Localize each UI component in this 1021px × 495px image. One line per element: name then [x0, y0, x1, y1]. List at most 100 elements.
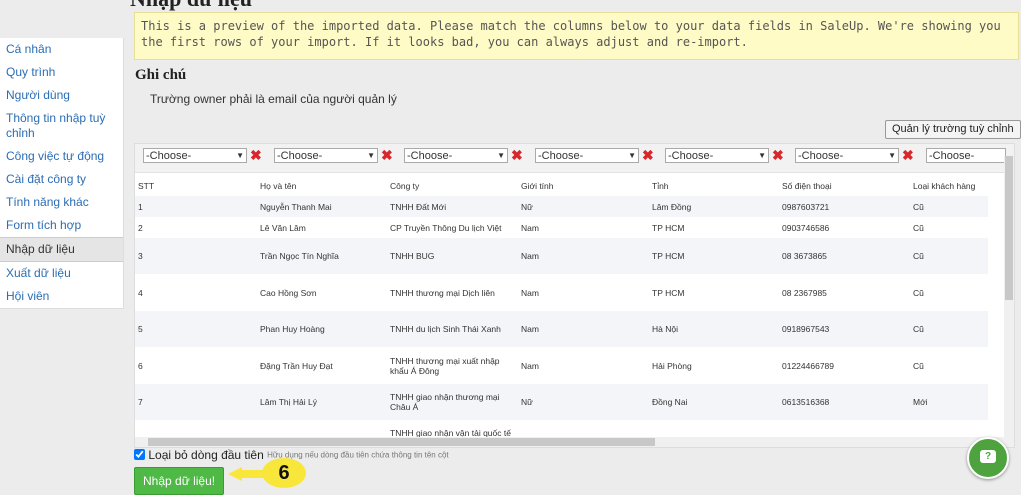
- dropdown-arrow-icon: ▼: [628, 151, 636, 160]
- column-mapping-select[interactable]: -Choose- ▼: [143, 148, 247, 163]
- table-cell: Cũ: [913, 287, 924, 298]
- table-header-cell: Tỉnh: [652, 181, 669, 191]
- table-cell: 3: [135, 238, 257, 274]
- x-icon[interactable]: ✖: [381, 148, 393, 162]
- scrollbar-thumb[interactable]: [1005, 156, 1013, 300]
- callout-arrow-icon: [228, 467, 242, 481]
- preview-table: STT Họ và tên Công ty Giới tính Tỉnh Số …: [135, 176, 988, 446]
- sidebar-item-cai-dat-cong-ty[interactable]: Cài đặt công ty: [0, 168, 123, 191]
- table-cell: Nữ: [518, 196, 649, 217]
- sidebar-item-xuat-du-lieu[interactable]: Xuất dữ liệu: [0, 262, 123, 285]
- skip-first-row-hint: Hữu dụng nếu dòng đầu tiên chứa thông ti…: [267, 450, 449, 460]
- table-cell: 0987603721: [779, 196, 910, 217]
- x-icon[interactable]: ✖: [772, 148, 784, 162]
- table-row: 7 Lâm Thị Hải Lý TNHH giao nhận thương m…: [135, 384, 988, 420]
- table-cell: TNHH thương mại xuất nhập khẩu Á Đông: [390, 355, 500, 376]
- table-cell: Lâm Thị Hải Lý: [257, 384, 387, 420]
- x-icon[interactable]: ✖: [511, 148, 523, 162]
- horizontal-scrollbar[interactable]: [135, 437, 1004, 447]
- dropdown-arrow-icon: ▼: [236, 151, 244, 160]
- x-icon[interactable]: ✖: [642, 148, 654, 162]
- dropdown-arrow-icon: ▼: [758, 151, 766, 160]
- select-value: -Choose-: [538, 150, 584, 162]
- sidebar-item-nhap-du-lieu[interactable]: Nhập dữ liệu: [0, 237, 123, 262]
- select-value: -Choose-: [798, 150, 844, 162]
- table-cell: Phan Huy Hoàng: [257, 311, 387, 347]
- column-mapping-select[interactable]: -Choose- ▼: [274, 148, 378, 163]
- sidebar-item-form-tich-hop[interactable]: Form tích hợp: [0, 214, 123, 237]
- table-cell: Cũ: [910, 238, 988, 274]
- table-row: 6 Đặng Trần Huy Đạt TNHH thương mại xuất…: [135, 347, 988, 384]
- table-header-cell: Giới tính: [521, 181, 554, 191]
- table-cell: TNHH thương mại Dịch liên: [390, 287, 495, 298]
- table-cell: Lâm Đồng: [649, 196, 779, 217]
- table-cell: Cao Hồng Sơn: [260, 287, 317, 298]
- chat-button[interactable]: ?: [967, 437, 1009, 479]
- select-value: -Choose-: [407, 150, 453, 162]
- table-header-cell: Số điện thoại: [782, 181, 832, 191]
- table-cell: TP HCM: [652, 222, 685, 233]
- table-header-row: STT Họ và tên Công ty Giới tính Tỉnh Số …: [135, 176, 988, 196]
- table-cell: 01224466789: [782, 360, 835, 371]
- column-mapping-select[interactable]: -Choose- ▼: [665, 148, 769, 163]
- table-cell: Lê Văn Lâm: [260, 222, 306, 233]
- x-icon[interactable]: ✖: [902, 148, 914, 162]
- select-value: -Choose-: [929, 150, 975, 162]
- table-cell: TP HCM: [649, 238, 779, 274]
- table-cell: Nam: [521, 222, 539, 233]
- table-cell: 0903746586: [782, 222, 830, 233]
- column-mapping-select[interactable]: -Choose- ▼: [535, 148, 639, 163]
- table-header-cell: Loại khách hàng: [913, 181, 976, 191]
- table-row: 4 Cao Hồng Sơn TNHH thương mại Dịch liên…: [135, 274, 988, 311]
- select-value: -Choose-: [277, 150, 323, 162]
- dropdown-arrow-icon: ▼: [497, 151, 505, 160]
- select-value: -Choose-: [146, 150, 192, 162]
- sidebar-item-cong-viec-tu-dong[interactable]: Công việc tự động: [0, 145, 123, 168]
- table-cell: 4: [138, 287, 143, 298]
- sidebar-item-tinh-nang-khac[interactable]: Tính năng khác: [0, 191, 123, 214]
- table-row: 5 Phan Huy Hoàng TNHH du lịch Sinh Thái …: [135, 311, 988, 347]
- table-cell: Cũ: [913, 222, 924, 233]
- table-cell: Hà Nội: [649, 311, 779, 347]
- column-mapping-row: -Choose- ▼ ✖ -Choose- ▼ ✖ -Choose- ▼ ✖ -Cho…: [135, 144, 1014, 173]
- table-cell: Nam: [518, 311, 649, 347]
- scrollbar-thumb[interactable]: [148, 438, 655, 446]
- column-mapping-select[interactable]: -Choose- ▼: [795, 148, 899, 163]
- table-cell: 1: [135, 196, 257, 217]
- table-row: 3 Trần Ngọc Tín Nghĩa TNHH BUG Nam TP HC…: [135, 238, 988, 274]
- table-cell: TNHH giao nhận thương mại Châu Á: [387, 384, 518, 420]
- sidebar-item-ca-nhan[interactable]: Cá nhân: [0, 38, 123, 61]
- table-cell: 0918967543: [779, 311, 910, 347]
- table-cell: Nam: [521, 360, 539, 371]
- vertical-scrollbar[interactable]: [1004, 156, 1014, 447]
- table-cell: Nguyễn Thanh Mai: [257, 196, 387, 217]
- table-cell: 2: [138, 222, 143, 233]
- import-data-button[interactable]: Nhập dữ liệu!: [134, 467, 225, 495]
- table-cell: Nam: [518, 238, 649, 274]
- import-preview-notice: This is a preview of the imported data. …: [134, 12, 1019, 60]
- sidebar-item-nguoi-dung[interactable]: Người dùng: [0, 84, 123, 107]
- x-icon[interactable]: ✖: [250, 148, 262, 162]
- note-title: Ghi chú: [135, 67, 187, 83]
- table-cell: 08 3673865: [779, 238, 910, 274]
- dropdown-arrow-icon: ▼: [367, 151, 375, 160]
- table-cell: CP Truyền Thông Du lịch Việt: [390, 222, 502, 233]
- sidebar-item-hoi-vien[interactable]: Hội viên: [0, 285, 123, 308]
- table-row: 1 Nguyễn Thanh Mai TNHH Đất Mới Nữ Lâm Đ…: [135, 196, 988, 217]
- column-mapping-select[interactable]: -Choose- ▼: [404, 148, 508, 163]
- select-value: -Choose-: [668, 150, 714, 162]
- table-header-cell: Họ và tên: [260, 181, 297, 191]
- table-header-cell: Công ty: [390, 181, 420, 191]
- table-cell: 08 2367985: [782, 287, 827, 298]
- page-title: Nhập dữ liệu: [130, 0, 252, 12]
- sidebar-item-thong-tin-nhap-tuy-chinh[interactable]: Thông tin nhập tuỳ chỉnh: [0, 107, 123, 145]
- manage-custom-fields-button[interactable]: Quản lý trường tuỳ chỉnh: [885, 120, 1021, 139]
- table-cell: TNHH Đất Mới: [387, 196, 518, 217]
- sidebar-item-quy-trinh[interactable]: Quy trình: [0, 61, 123, 84]
- column-mapping-select[interactable]: -Choose-: [926, 148, 1006, 163]
- dropdown-arrow-icon: ▼: [888, 151, 896, 160]
- step-callout: 6: [262, 458, 306, 488]
- table-cell: Đồng Nai: [649, 384, 779, 420]
- skip-first-row-checkbox[interactable]: [134, 449, 145, 461]
- table-cell: 5: [135, 311, 257, 347]
